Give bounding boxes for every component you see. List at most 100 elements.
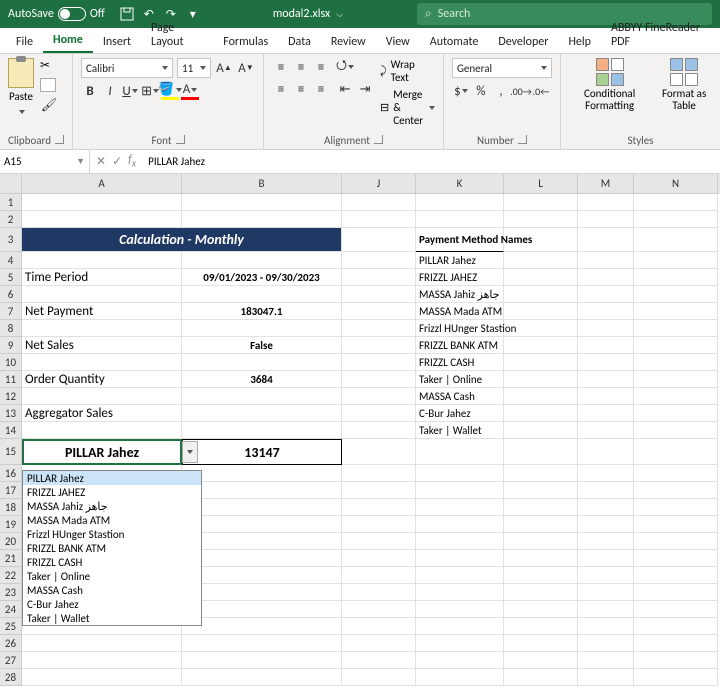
decrease-decimal-icon[interactable]: .0←	[532, 82, 550, 100]
cell-M15[interactable]	[578, 439, 634, 465]
cell-L14[interactable]	[504, 422, 578, 439]
col-header-l[interactable]: L	[504, 174, 578, 194]
col-header-n[interactable]: N	[634, 174, 718, 194]
cell-B19[interactable]	[182, 516, 342, 533]
align-left-icon[interactable]: ≡	[272, 80, 290, 98]
cell-N15[interactable]	[634, 439, 718, 465]
cell-N14[interactable]	[634, 422, 718, 439]
row-header[interactable]: 21	[0, 550, 22, 567]
row-header[interactable]: 1	[0, 194, 22, 211]
cell-J4[interactable]	[342, 252, 416, 269]
cell-K4[interactable]: PILLAR Jahez	[416, 252, 504, 269]
cell-N25[interactable]	[634, 618, 718, 635]
cell-L11[interactable]	[504, 371, 578, 388]
cell-N16[interactable]	[634, 465, 718, 482]
cell-A12[interactable]	[22, 388, 182, 405]
tab-file[interactable]: File	[6, 31, 43, 53]
cell-K9[interactable]: FRIZZL BANK ATM	[416, 337, 504, 354]
cell-J23[interactable]	[342, 584, 416, 601]
cell-K16[interactable]	[416, 465, 504, 482]
cell-B26[interactable]	[182, 635, 342, 652]
cell-N1[interactable]	[634, 194, 718, 211]
conditional-formatting-button[interactable]: Conditional Formatting	[569, 58, 650, 112]
tab-data[interactable]: Data	[278, 31, 321, 53]
cell-L1[interactable]	[504, 194, 578, 211]
cell-A14[interactable]	[22, 422, 182, 439]
cell-J27[interactable]	[342, 652, 416, 669]
cell-K13[interactable]: C-Bur Jahez	[416, 405, 504, 422]
cell-L13[interactable]	[504, 405, 578, 422]
cell-M28[interactable]	[578, 669, 634, 686]
font-size-select[interactable]: 11	[177, 58, 211, 78]
cell-J13[interactable]	[342, 405, 416, 422]
formula-input[interactable]: PILLAR Jahez	[142, 150, 720, 173]
align-bottom-icon[interactable]: ≡	[312, 58, 330, 76]
tab-help[interactable]: Help	[558, 31, 601, 53]
name-box[interactable]: A15▼	[0, 150, 90, 173]
cell-A2[interactable]	[22, 211, 182, 228]
row-header[interactable]: 6	[0, 286, 22, 303]
cell-B13[interactable]	[182, 405, 342, 422]
cell-L4[interactable]	[504, 252, 578, 269]
cell-L7[interactable]	[504, 303, 578, 320]
fx-icon[interactable]: fx	[128, 153, 136, 169]
autosave-toggle[interactable]: AutoSave Off	[0, 7, 113, 21]
font-color-button[interactable]: A	[181, 82, 199, 100]
cell-L21[interactable]	[504, 550, 578, 567]
cell-L25[interactable]	[504, 618, 578, 635]
cell-K23[interactable]	[416, 584, 504, 601]
cell-K28[interactable]	[416, 669, 504, 686]
bold-button[interactable]: B	[81, 82, 99, 100]
col-header-a[interactable]: A	[22, 174, 182, 194]
cell-B22[interactable]	[182, 567, 342, 584]
cell-A1[interactable]	[22, 194, 182, 211]
cell-K1[interactable]	[416, 194, 504, 211]
cell-B4[interactable]	[182, 252, 342, 269]
cell-A13[interactable]: Aggregator Sales	[22, 405, 182, 422]
italic-button[interactable]: I	[101, 82, 119, 100]
cell-M7[interactable]	[578, 303, 634, 320]
cell-B25[interactable]	[182, 618, 342, 635]
cell-B7[interactable]: 183047.1	[182, 303, 342, 320]
cell-N5[interactable]	[634, 269, 718, 286]
cell-K25[interactable]	[416, 618, 504, 635]
cell-B21[interactable]	[182, 550, 342, 567]
tab-developer[interactable]: Developer	[488, 31, 558, 53]
row-header[interactable]: 26	[0, 635, 22, 652]
row-header[interactable]: 18	[0, 499, 22, 516]
cell-M17[interactable]	[578, 482, 634, 499]
format-as-table-button[interactable]: Format as Table	[656, 58, 712, 112]
cell-N9[interactable]	[634, 337, 718, 354]
cell-M26[interactable]	[578, 635, 634, 652]
cell-B10[interactable]	[182, 354, 342, 371]
decrease-font-icon[interactable]: A▼	[237, 59, 255, 77]
dialog-launcher-icon[interactable]	[55, 134, 64, 147]
cell-L16[interactable]	[504, 465, 578, 482]
dropdown-item[interactable]: FRIZZL JAHEZ	[23, 485, 201, 499]
cell-K22[interactable]	[416, 567, 504, 584]
cell-M14[interactable]	[578, 422, 634, 439]
cell-J3[interactable]	[342, 228, 416, 252]
cell-B12[interactable]	[182, 388, 342, 405]
row-header[interactable]: 12	[0, 388, 22, 405]
cell-B11[interactable]: 3684	[182, 371, 342, 388]
cell-J10[interactable]	[342, 354, 416, 371]
col-header-b[interactable]: B	[182, 174, 342, 194]
cell-B1[interactable]	[182, 194, 342, 211]
col-header-m[interactable]: M	[578, 174, 634, 194]
cell-B2[interactable]	[182, 211, 342, 228]
cell-J12[interactable]	[342, 388, 416, 405]
col-header-j[interactable]: J	[342, 174, 416, 194]
cell-K12[interactable]: MASSA Cash	[416, 388, 504, 405]
cell-M25[interactable]	[578, 618, 634, 635]
cell-M16[interactable]	[578, 465, 634, 482]
orientation-icon[interactable]: ⭯	[336, 58, 354, 76]
cell-J28[interactable]	[342, 669, 416, 686]
cell-M2[interactable]	[578, 211, 634, 228]
tab-home[interactable]: Home	[43, 29, 93, 53]
cell-K5[interactable]: FRIZZL JAHEZ	[416, 269, 504, 286]
row-header[interactable]: 27	[0, 652, 22, 669]
cell-A9[interactable]: Net Sales	[22, 337, 182, 354]
cell-K18[interactable]	[416, 499, 504, 516]
dropdown-toggle-button[interactable]	[182, 441, 198, 463]
